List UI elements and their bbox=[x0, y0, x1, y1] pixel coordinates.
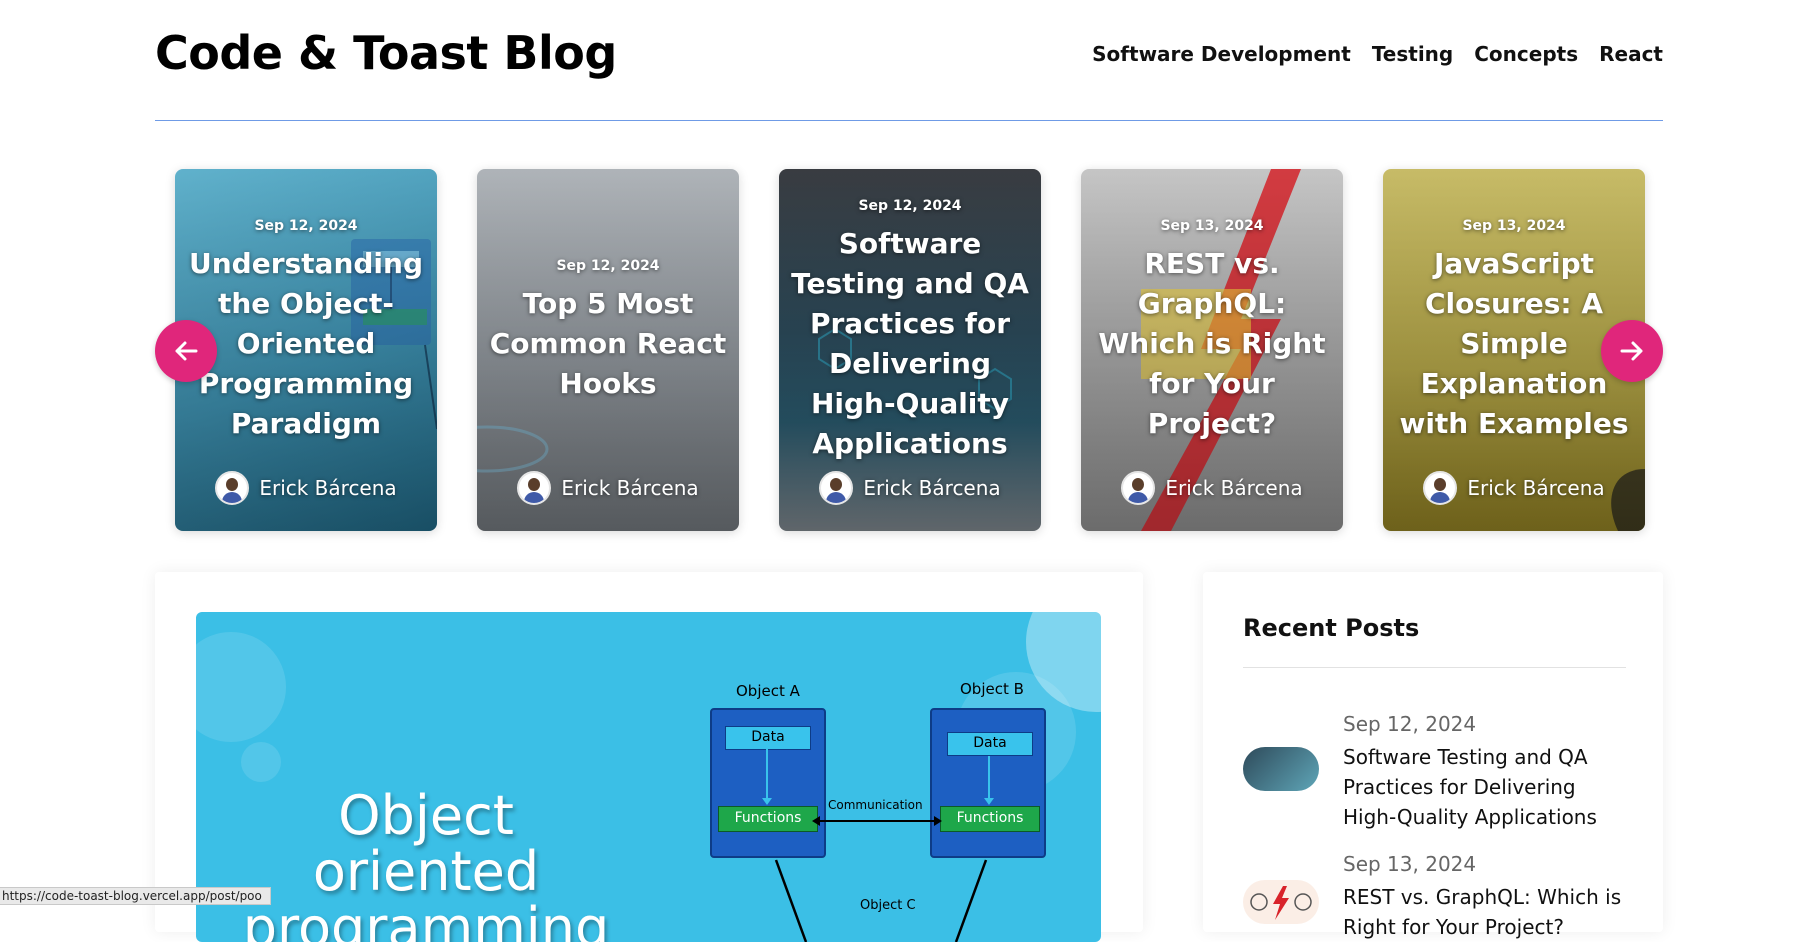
card-author: Erick Bárcena bbox=[1383, 471, 1645, 505]
arrow-left-icon bbox=[175, 341, 198, 361]
post-title[interactable]: Software Testing and QA Practices for De… bbox=[1343, 742, 1626, 832]
nav-concepts[interactable]: Concepts bbox=[1474, 42, 1578, 66]
link-status-bar: https://code-toast-blog.vercel.app/post/… bbox=[0, 887, 271, 905]
arrow-right-icon bbox=[1620, 341, 1643, 361]
nav-software-development[interactable]: Software Development bbox=[1092, 42, 1351, 66]
post-title[interactable]: REST vs. GraphQL: Which is Right for You… bbox=[1343, 882, 1626, 942]
post-date: Sep 13, 2024 bbox=[1343, 852, 1477, 876]
carousel-prev-button[interactable] bbox=[155, 320, 217, 382]
card-date: Sep 12, 2024 bbox=[858, 198, 962, 214]
divider bbox=[1243, 667, 1626, 668]
post-thumbnail bbox=[1243, 880, 1319, 924]
card-title[interactable]: REST vs. GraphQL: Which is Right for You… bbox=[1089, 244, 1335, 444]
site-header: Code & Toast Blog Software Development T… bbox=[155, 0, 1663, 121]
author-name: Erick Bárcena bbox=[1165, 476, 1303, 500]
card-title[interactable]: Top 5 Most Common React Hooks bbox=[485, 284, 731, 404]
site-brand[interactable]: Code & Toast Blog bbox=[155, 26, 617, 80]
featured-post-card: Object oriented programming Object A Dat… bbox=[155, 572, 1143, 942]
lightning-icon bbox=[1250, 886, 1312, 920]
avatar bbox=[215, 471, 250, 505]
author-name: Erick Bárcena bbox=[1467, 476, 1605, 500]
featured-post-image[interactable]: Object oriented programming Object A Dat… bbox=[196, 612, 1101, 942]
object-c-label: Object C bbox=[860, 898, 916, 913]
carousel-card[interactable]: Sep 13, 2024 REST vs. GraphQL: Which is … bbox=[1081, 169, 1343, 531]
card-date: Sep 13, 2024 bbox=[1462, 218, 1566, 234]
avatar bbox=[819, 471, 854, 505]
nav-testing[interactable]: Testing bbox=[1372, 42, 1453, 66]
avatar bbox=[517, 471, 552, 505]
card-author: Erick Bárcena bbox=[779, 471, 1041, 505]
card-title[interactable]: JavaScript Closures: A Simple Explanatio… bbox=[1391, 244, 1637, 444]
recent-posts-title: Recent Posts bbox=[1243, 614, 1420, 642]
main-nav: Software Development Testing Concepts Re… bbox=[1092, 42, 1663, 66]
card-title[interactable]: Understanding the Object-Oriented Progra… bbox=[183, 244, 429, 444]
card-date: Sep 12, 2024 bbox=[254, 218, 358, 234]
author-name: Erick Bárcena bbox=[561, 476, 699, 500]
card-title[interactable]: Software Testing and QA Practices for De… bbox=[787, 224, 1033, 464]
card-date: Sep 13, 2024 bbox=[1160, 218, 1264, 234]
card-date: Sep 12, 2024 bbox=[556, 258, 660, 274]
carousel-card[interactable]: Sep 12, 2024 Top 5 Most Common React Hoo… bbox=[477, 169, 739, 531]
featured-carousel: Sep 12, 2024 Understanding the Object-Or… bbox=[155, 169, 1663, 531]
recent-posts-sidebar: Recent Posts Sep 12, 2024 Software Testi… bbox=[1203, 572, 1663, 939]
post-date: Sep 12, 2024 bbox=[1343, 712, 1477, 736]
author-name: Erick Bárcena bbox=[863, 476, 1001, 500]
communication-label: Communication bbox=[828, 798, 923, 812]
post-thumbnail bbox=[1243, 747, 1319, 791]
avatar bbox=[1423, 471, 1458, 505]
carousel-next-button[interactable] bbox=[1601, 320, 1663, 382]
author-name: Erick Bárcena bbox=[259, 476, 397, 500]
diagram-connectors bbox=[762, 749, 994, 942]
card-author: Erick Bárcena bbox=[175, 471, 437, 505]
avatar bbox=[1121, 471, 1156, 505]
nav-react[interactable]: React bbox=[1599, 42, 1663, 66]
card-author: Erick Bárcena bbox=[477, 471, 739, 505]
carousel-card[interactable]: Sep 12, 2024 Software Testing and QA Pra… bbox=[779, 169, 1041, 531]
card-author: Erick Bárcena bbox=[1081, 471, 1343, 505]
